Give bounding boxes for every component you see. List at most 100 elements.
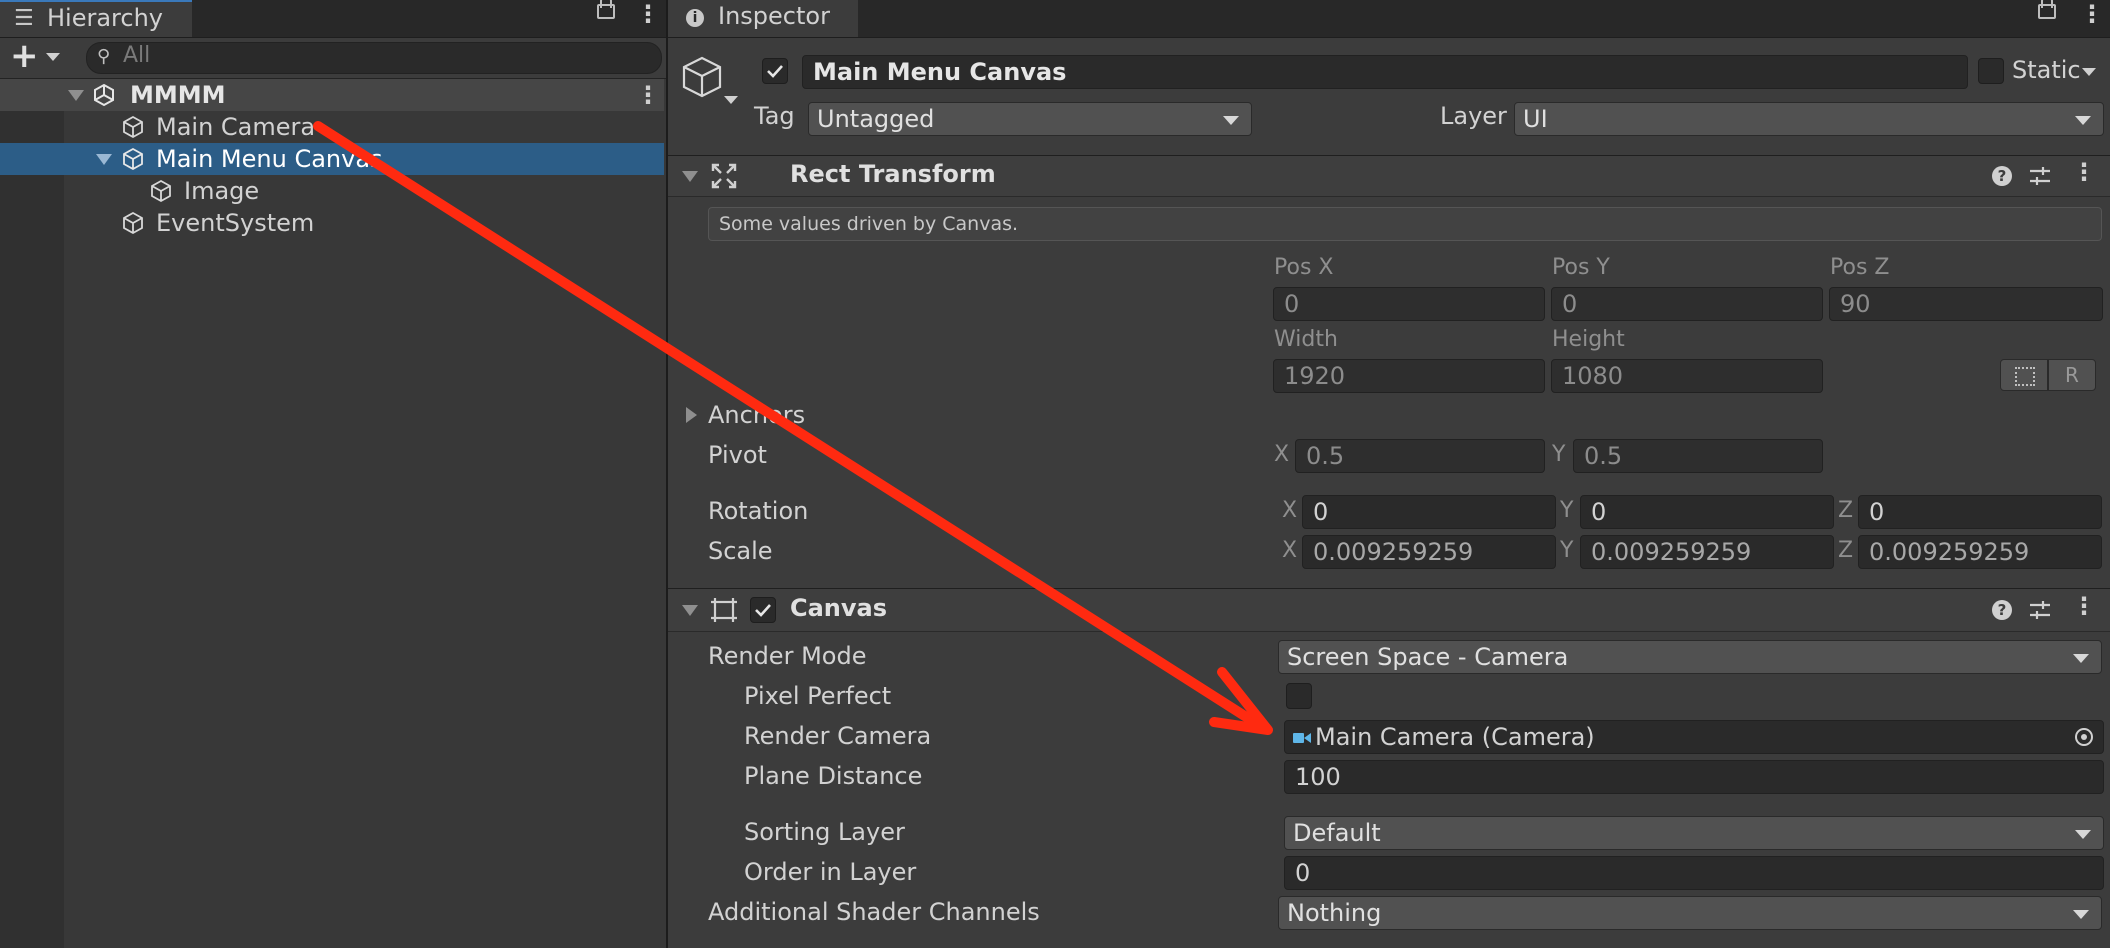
- component-menu-icon[interactable]: ⋮: [2072, 158, 2096, 186]
- layer-dropdown[interactable]: UI: [1514, 102, 2104, 136]
- sorting-layer-dropdown[interactable]: Default: [1284, 816, 2104, 850]
- hierarchy-item-main-camera[interactable]: Main Camera: [64, 111, 664, 143]
- inspector-tab-label: Inspector: [718, 2, 830, 30]
- render-mode-label: Render Mode: [708, 642, 867, 670]
- hierarchy-item-label: Main Menu Canvas: [156, 145, 383, 173]
- render-mode-value: Screen Space - Camera: [1287, 643, 1569, 671]
- canvas-enabled-checkbox[interactable]: [750, 597, 776, 623]
- help-icon[interactable]: ?: [1992, 166, 2012, 186]
- chevron-down-icon: [2073, 910, 2089, 919]
- pos-z-label: Pos Z: [1830, 255, 1890, 280]
- pivot-x-value: 0.5: [1306, 442, 1345, 470]
- collapse-arrow-icon[interactable]: [682, 605, 698, 616]
- tag-value: Untagged: [817, 105, 935, 133]
- order-in-layer-field[interactable]: 0: [1284, 856, 2104, 890]
- static-dropdown-icon[interactable]: [2082, 68, 2096, 76]
- anchors-expand-arrow[interactable]: [686, 407, 697, 423]
- scale-x-axis: X: [1282, 538, 1298, 563]
- hierarchy-item-main-menu-canvas[interactable]: Main Menu Canvas: [0, 143, 664, 175]
- search-input[interactable]: ⚲ All: [86, 42, 662, 74]
- pivot-x-field[interactable]: 0.5: [1295, 439, 1545, 473]
- more-options-icon[interactable]: ⋮: [636, 0, 660, 28]
- chevron-down-icon: [1223, 116, 1239, 125]
- pos-y-label: Pos Y: [1552, 255, 1610, 280]
- hierarchy-item-image[interactable]: Image: [64, 175, 664, 207]
- scale-z-field[interactable]: 0.009259259: [1858, 535, 2102, 569]
- static-checkbox[interactable]: [1978, 58, 2004, 84]
- lock-shackle-icon: [600, 0, 612, 8]
- rotation-x-field[interactable]: 0: [1302, 495, 1556, 529]
- tab-inspector[interactable]: i Inspector: [668, 0, 858, 37]
- pos-z-value: 90: [1840, 290, 1871, 318]
- gameobject-large-icon[interactable]: [682, 54, 726, 104]
- driven-info-text: Some values driven by Canvas.: [719, 213, 1019, 235]
- pivot-y-value: 0.5: [1584, 442, 1623, 470]
- dotted-square-icon: [2015, 367, 2035, 386]
- scale-y-value: 0.009259259: [1591, 538, 1752, 566]
- active-checkbox[interactable]: [762, 58, 788, 84]
- scale-y-field[interactable]: 0.009259259: [1580, 535, 1834, 569]
- add-dropdown-icon[interactable]: [46, 53, 60, 61]
- pos-y-value: 0: [1562, 290, 1578, 318]
- more-options-icon[interactable]: ⋮: [2080, 0, 2104, 28]
- rotation-z-field[interactable]: 0: [1858, 495, 2102, 529]
- rotation-y-field[interactable]: 0: [1580, 495, 1834, 529]
- hierarchy-item-label: Main Camera: [156, 113, 316, 141]
- pos-z-field[interactable]: 90: [1829, 287, 2103, 321]
- scale-label: Scale: [708, 537, 773, 565]
- scene-row[interactable]: MMMM ⋮: [0, 79, 664, 111]
- scale-z-axis: Z: [1838, 538, 1854, 563]
- inspector-panel: i Inspector ⋮ Main Menu Canvas Static Ta…: [668, 0, 2110, 948]
- unity-scene-icon: [92, 83, 116, 107]
- canvas-header[interactable]: Canvas ? ⋮: [668, 588, 2110, 632]
- hierarchy-item-label: EventSystem: [156, 209, 315, 237]
- add-icon[interactable]: +: [10, 36, 39, 76]
- layer-value: UI: [1523, 105, 1548, 133]
- pivot-y-field[interactable]: 0.5: [1573, 439, 1823, 473]
- scale-x-field[interactable]: 0.009259259: [1302, 535, 1556, 569]
- pos-y-field[interactable]: 0: [1551, 287, 1823, 321]
- search-icon: ⚲: [97, 46, 111, 67]
- blueprint-mode-button[interactable]: [2000, 359, 2048, 391]
- presets-icon[interactable]: [2028, 598, 2052, 622]
- width-field[interactable]: 1920: [1273, 359, 1545, 393]
- tag-label: Tag: [754, 102, 795, 130]
- pixel-perfect-checkbox[interactable]: [1286, 683, 1312, 709]
- collapse-arrow-icon[interactable]: [682, 171, 698, 182]
- component-menu-icon[interactable]: ⋮: [2072, 592, 2096, 620]
- chevron-down-icon: [2075, 116, 2091, 125]
- height-field[interactable]: 1080: [1551, 359, 1823, 393]
- render-camera-field[interactable]: Main Camera (Camera): [1284, 720, 2104, 754]
- gameobject-cube-icon: [149, 179, 173, 203]
- rect-transform-icon: [710, 162, 738, 190]
- hierarchy-item-label: Image: [184, 177, 260, 205]
- presets-icon[interactable]: [2028, 164, 2052, 188]
- pos-x-field[interactable]: 0: [1273, 287, 1545, 321]
- scene-more-icon[interactable]: ⋮: [636, 79, 660, 111]
- object-name-field[interactable]: Main Menu Canvas: [802, 55, 1968, 89]
- help-icon[interactable]: ?: [1992, 600, 2012, 620]
- tab-hierarchy[interactable]: ☰ Hierarchy: [0, 0, 192, 37]
- rect-transform-title: Rect Transform: [790, 160, 996, 188]
- scene-expand-arrow[interactable]: [68, 90, 84, 101]
- pivot-x-axis: X: [1274, 442, 1290, 467]
- static-label[interactable]: Static: [2012, 56, 2081, 84]
- hierarchy-tab-bar: ☰ Hierarchy ⋮: [0, 0, 666, 38]
- anchors-label[interactable]: Anchors: [708, 401, 805, 429]
- hierarchy-list-icon: ☰: [14, 6, 34, 31]
- hierarchy-gutter: [0, 79, 64, 948]
- rect-transform-header[interactable]: Rect Transform ? ⋮: [668, 155, 2110, 197]
- scale-x-value: 0.009259259: [1313, 538, 1474, 566]
- tag-dropdown[interactable]: Untagged: [808, 102, 1252, 136]
- canvas-expand-arrow[interactable]: [96, 154, 112, 165]
- inspector-tab-bar: i Inspector ⋮: [668, 0, 2110, 38]
- additional-shader-channels-dropdown[interactable]: Nothing: [1278, 896, 2102, 930]
- raw-edit-button[interactable]: R: [2048, 359, 2096, 391]
- driven-info-box: Some values driven by Canvas.: [708, 207, 2102, 241]
- info-icon: i: [686, 9, 704, 27]
- icon-dropdown-icon[interactable]: [724, 96, 738, 104]
- hierarchy-item-eventsystem[interactable]: EventSystem: [64, 207, 664, 239]
- gameobject-cube-icon: [121, 115, 145, 139]
- render-mode-dropdown[interactable]: Screen Space - Camera: [1278, 640, 2102, 674]
- plane-distance-field[interactable]: 100: [1284, 760, 2104, 794]
